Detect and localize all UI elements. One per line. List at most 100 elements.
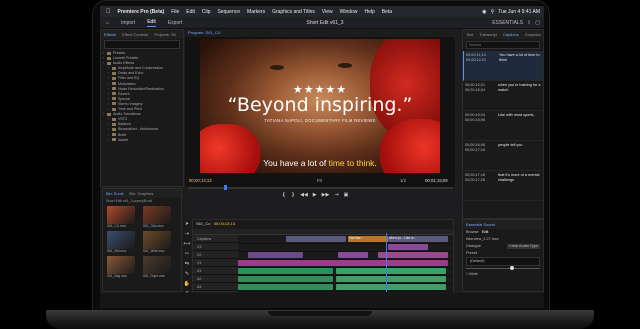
app-name[interactable]: Premiere Pro (Beta) xyxy=(118,9,165,15)
tab-export[interactable]: Export xyxy=(168,20,182,26)
play-icon[interactable]: ▶ xyxy=(313,192,317,199)
bin-clip[interactable]: S61_Glov.mov xyxy=(143,206,173,228)
program-scrubber[interactable] xyxy=(188,187,453,189)
tab-bin-graphics[interactable]: Bin: Graphics xyxy=(129,191,153,196)
caption-row[interactable]: 00;00;17;16 00;00;17;28 that it's more of … xyxy=(463,171,543,201)
menu-file[interactable]: File xyxy=(171,9,179,15)
caption-row[interactable]: 00;00;11;13 00;00;12;21 You have a lot of … xyxy=(463,51,543,81)
video-clip[interactable] xyxy=(388,244,428,250)
track-lane[interactable] xyxy=(238,283,453,292)
tab-edit-sound[interactable]: Edit xyxy=(482,230,489,234)
track-header[interactable]: A2 xyxy=(193,275,238,283)
tab-graphics[interactable]: Graphics xyxy=(525,32,541,37)
preset-dropdown[interactable]: (Default) xyxy=(466,257,540,266)
loudness-slider[interactable] xyxy=(466,266,540,270)
tab-import[interactable]: Import xyxy=(121,20,135,26)
timeline-timecode[interactable]: 00;00;13;13 xyxy=(214,221,235,226)
caption-text[interactable]: You have a lot of time to think xyxy=(496,53,541,78)
track-header[interactable]: A1 xyxy=(193,267,238,275)
home-icon[interactable]: ⌂ xyxy=(106,20,109,26)
bin-clip[interactable]: S61_Rope.mov xyxy=(143,256,173,278)
menu-markers[interactable]: Markers xyxy=(247,9,265,15)
fit-dropdown[interactable]: Fit xyxy=(317,176,322,185)
caption-text[interactable]: when you're training for a match xyxy=(495,83,541,108)
step-back-icon[interactable]: ◀◀ xyxy=(300,192,308,199)
search-icon[interactable]: ⚲ xyxy=(491,9,495,15)
tab-edit[interactable]: Edit xyxy=(147,19,156,27)
sequence-name[interactable]: S61_Cu xyxy=(196,221,210,226)
tab-captions[interactable]: Captions xyxy=(503,32,519,37)
fullscreen-icon[interactable]: ▢ xyxy=(535,20,540,26)
caption-clip[interactable]: when yo... Like w... xyxy=(388,236,448,242)
pen-tool-icon[interactable]: ✎ xyxy=(185,271,189,277)
workspace-label[interactable]: ESSENTIALS xyxy=(492,20,523,26)
bin-clip[interactable]: S61_Mid.mov xyxy=(107,231,137,253)
menu-graphics[interactable]: Graphics and Titles xyxy=(272,9,315,15)
dialogue-type[interactable]: Dialogue xyxy=(466,244,481,249)
menu-help[interactable]: Help xyxy=(364,9,374,15)
essential-sound-title[interactable]: Essential Sound xyxy=(466,222,495,227)
tab-transcript[interactable]: Transcript xyxy=(479,32,497,37)
track-header[interactable]: V3 xyxy=(193,243,238,251)
track-header[interactable]: V1 xyxy=(193,259,238,267)
tab-effects[interactable]: Effects xyxy=(104,32,116,37)
audio-clip[interactable] xyxy=(238,268,333,274)
menu-sequence[interactable]: Sequence xyxy=(218,9,241,15)
video-clip[interactable] xyxy=(378,252,448,258)
menu-clip[interactable]: Clip xyxy=(202,9,211,15)
hand-tool-icon[interactable]: ✋ xyxy=(184,281,190,287)
menu-view[interactable]: View xyxy=(322,9,333,15)
insert-icon[interactable]: ⇥ xyxy=(334,192,338,199)
camera-icon[interactable]: ▣ xyxy=(344,192,349,199)
effects-search-input[interactable] xyxy=(104,40,180,49)
ripple-edit-icon[interactable]: ⟷ xyxy=(183,241,190,247)
caption-text[interactable]: Like with most sports, xyxy=(495,113,541,138)
tab-bin-broll[interactable]: Bin: B-roll xyxy=(106,191,123,196)
video-clip[interactable] xyxy=(248,252,303,258)
selection-tool-icon[interactable]: ➤ xyxy=(185,221,189,227)
track-header[interactable]: V2 xyxy=(193,251,238,259)
current-timecode[interactable]: 00;00;13;13 xyxy=(189,176,212,185)
caption-row[interactable]: 00;00;16;06 00;00;17;16 people tell you xyxy=(463,141,543,171)
wifi-icon[interactable]: ◉ xyxy=(482,9,486,15)
menu-beta[interactable]: Beta xyxy=(382,9,392,15)
caption-row[interactable]: 00;00;15;04 00;00;16;06 Like with most spo… xyxy=(463,111,543,141)
mark-out-icon[interactable]: ❵ xyxy=(291,192,295,199)
step-forward-icon[interactable]: ▶▶ xyxy=(322,192,330,199)
timeline-playhead[interactable] xyxy=(386,233,387,292)
loudness-knob[interactable] xyxy=(510,266,515,270)
bin-clip[interactable]: S61_Wide.mov xyxy=(143,231,173,253)
caption-clip-highlight[interactable]: You hav... xyxy=(348,236,388,242)
video-clip[interactable] xyxy=(338,252,368,258)
track-select-icon[interactable]: ⇥ xyxy=(185,231,189,237)
audio-clip[interactable] xyxy=(336,284,446,290)
clear-audio-type-button[interactable]: Clear Audio Type xyxy=(507,244,540,249)
track-header[interactable]: Captions xyxy=(193,235,238,243)
audio-clip[interactable] xyxy=(238,276,333,282)
mark-in-icon[interactable]: ❴ xyxy=(282,192,286,199)
tab-projects[interactable]: Projects: S6 xyxy=(154,32,176,37)
audio-clip[interactable] xyxy=(238,284,333,290)
caption-row[interactable]: 00;00;12;21 00;00;15;04 when you're traini… xyxy=(463,81,543,111)
tab-text[interactable]: Text xyxy=(466,32,473,37)
menu-window[interactable]: Window xyxy=(340,9,358,15)
slip-tool-icon[interactable]: ⇆ xyxy=(185,261,189,267)
tab-effect-controls[interactable]: Effect Controls xyxy=(122,32,148,37)
share-icon[interactable]: ⇧ xyxy=(527,20,531,26)
bin-clip[interactable]: S61_CU.mov xyxy=(107,206,137,228)
resolution-dropdown[interactable]: 1/2 xyxy=(400,176,406,185)
caption-search-input[interactable]: Search xyxy=(466,41,540,49)
menu-edit[interactable]: Edit xyxy=(186,9,195,15)
audio-clip[interactable] xyxy=(336,268,446,274)
program-tab[interactable]: Program: S61_CU xyxy=(185,29,455,37)
effects-tree-item[interactable]: › Adobe xyxy=(103,138,181,143)
bin-clip[interactable]: S61_Bag.mov xyxy=(107,256,137,278)
caption-text[interactable]: that it's more of a mental challenge xyxy=(495,173,541,198)
apple-icon[interactable]:  xyxy=(106,9,111,15)
program-playhead[interactable] xyxy=(224,185,227,190)
caption-text[interactable]: people tell you xyxy=(495,143,541,168)
audio-clip[interactable] xyxy=(336,276,446,282)
track-header[interactable]: A3 xyxy=(193,283,238,291)
mute-checkbox[interactable]: □ Mute xyxy=(463,271,543,278)
razor-tool-icon[interactable]: ✂ xyxy=(185,251,189,257)
